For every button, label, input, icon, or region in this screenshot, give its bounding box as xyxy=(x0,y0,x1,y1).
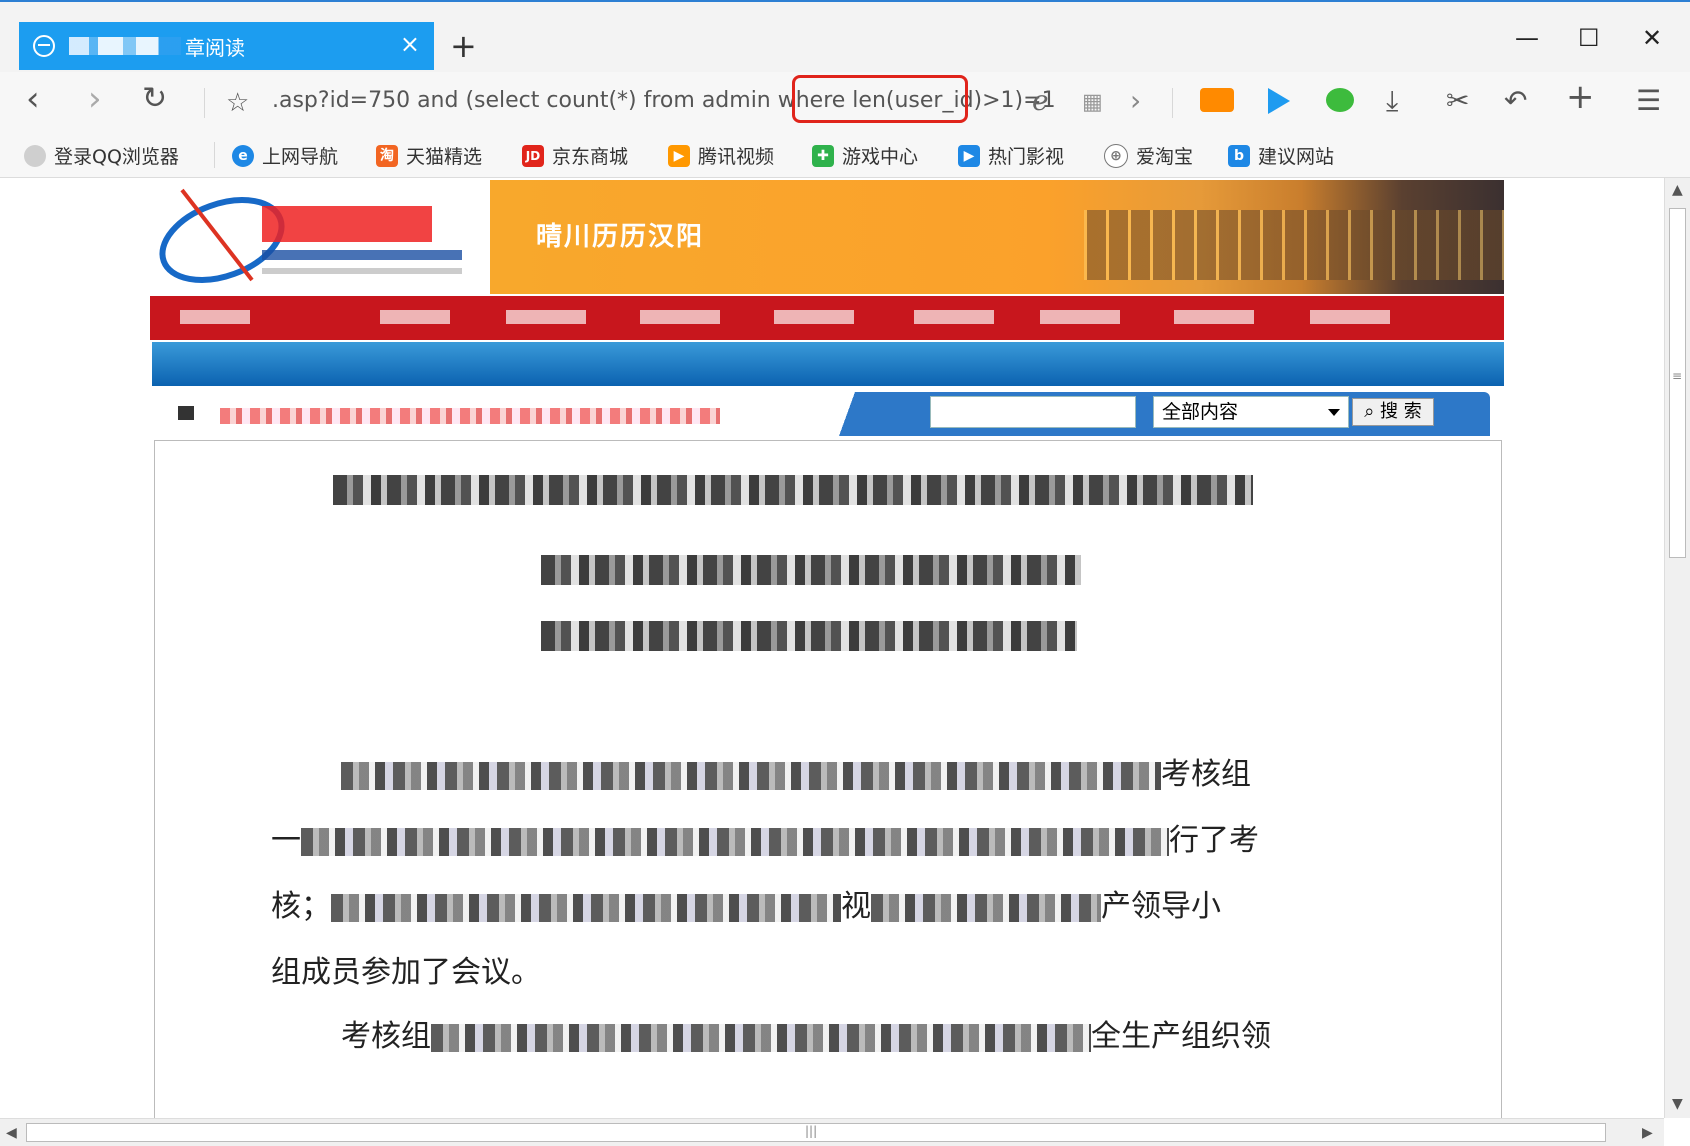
download-icon[interactable]: ⤓ xyxy=(1386,86,1398,116)
horizontal-scrollbar[interactable]: ◀ ||| ▶ xyxy=(0,1118,1664,1146)
article-subtitle-redacted xyxy=(541,555,1081,585)
nav-item[interactable] xyxy=(640,310,720,324)
more-arrow-icon[interactable]: › xyxy=(1130,86,1141,116)
main-nav-bar xyxy=(150,296,1504,340)
tab-close-icon[interactable]: × xyxy=(400,32,420,56)
browser-tab[interactable]: 章阅读 × xyxy=(19,22,434,70)
video-camera-icon[interactable] xyxy=(1200,88,1234,112)
forward-button[interactable]: › xyxy=(88,82,102,116)
bookmark-login-qq[interactable]: 登录QQ浏览器 xyxy=(24,142,179,169)
web-page: 晴川历历汉阳 全部内容 ⌕ 搜 索 考核组 一 行了考 核； 视 产领导小 组成… xyxy=(0,178,1664,1118)
close-window-button[interactable]: ✕ xyxy=(1642,24,1662,52)
bookmark-movies[interactable]: ▶ 热门影视 xyxy=(958,142,1064,169)
wechat-icon[interactable] xyxy=(1326,88,1354,112)
speaker-icon xyxy=(178,406,194,420)
new-tab-button[interactable]: + xyxy=(450,30,477,62)
nav-item[interactable] xyxy=(180,310,250,324)
scissors-icon[interactable]: ✂ xyxy=(1446,86,1469,116)
qr-code-icon[interactable]: ▦ xyxy=(1082,88,1103,118)
article-paragraph: 核；视产领导小 xyxy=(271,889,1221,924)
gamepad-icon: ✚ xyxy=(812,144,834,167)
nav-item[interactable] xyxy=(1040,310,1120,324)
site-search-input[interactable] xyxy=(930,396,1136,428)
nav-item[interactable] xyxy=(380,310,450,324)
play-icon[interactable] xyxy=(1268,88,1290,114)
site-search-button[interactable]: ⌕ 搜 索 xyxy=(1352,398,1434,426)
bookmark-games[interactable]: ✚ 游戏中心 xyxy=(812,142,918,169)
undo-icon[interactable]: ↶ xyxy=(1504,86,1527,116)
banner-slogan: 晴川历历汉阳 xyxy=(536,222,705,252)
grip-icon: ≡ xyxy=(1672,369,1683,383)
video-icon: ▶ xyxy=(668,144,690,167)
title-bar: 章阅读 × + — ☐ ✕ xyxy=(0,0,1690,72)
tab-title: 章阅读 xyxy=(185,35,245,60)
bridge-image xyxy=(1084,210,1504,280)
nav-item[interactable] xyxy=(774,310,854,324)
bookmark-nav[interactable]: e 上网导航 xyxy=(232,142,338,169)
globe-icon: ⊕ xyxy=(1104,143,1128,168)
user-icon xyxy=(24,144,46,167)
vertical-scrollbar[interactable]: ▲ ≡ ▼ xyxy=(1664,178,1690,1118)
article-title-redacted xyxy=(333,475,1253,505)
magnifier-icon: ⌕ xyxy=(1364,401,1375,422)
sub-nav-bar xyxy=(152,342,1504,386)
article-paragraph: 一行了考 xyxy=(271,823,1259,858)
vertical-scroll-thumb[interactable]: ≡ xyxy=(1669,208,1686,558)
article-paragraph: 组成员参加了会议。 xyxy=(271,955,541,990)
article-panel: 考核组 一行了考 核；视产领导小 组成员参加了会议。 考核组 全生产组织领 xyxy=(154,440,1502,1118)
ie-mode-icon[interactable]: ℯ xyxy=(1032,86,1049,116)
redacted-text xyxy=(301,827,1169,856)
chevron-down-icon xyxy=(1328,409,1340,416)
maximize-button[interactable]: ☐ xyxy=(1578,24,1600,52)
tab-title-redacted xyxy=(69,37,181,55)
bookmark-suggested[interactable]: b 建议网站 xyxy=(1228,142,1334,169)
bing-icon: b xyxy=(1228,144,1250,167)
scroll-up-icon[interactable]: ▲ xyxy=(1672,182,1683,198)
site-header: 晴川历历汉阳 xyxy=(152,180,1504,294)
star-icon[interactable]: ☆ xyxy=(226,86,249,120)
scrolling-notice[interactable] xyxy=(220,408,720,424)
search-scope-select[interactable]: 全部内容 xyxy=(1153,396,1349,428)
nav-item[interactable] xyxy=(914,310,994,324)
site-banner: 晴川历历汉阳 xyxy=(490,180,1504,294)
play-icon: ▶ xyxy=(958,144,980,167)
jd-icon: JD xyxy=(522,144,544,167)
article-subtitle-redacted xyxy=(541,621,1077,651)
site-logo xyxy=(152,180,490,294)
ie-icon: e xyxy=(232,144,254,167)
horizontal-scroll-thumb[interactable]: ||| xyxy=(26,1123,1606,1142)
bookmark-tencent-video[interactable]: ▶ 腾讯视频 xyxy=(668,142,774,169)
nav-item[interactable] xyxy=(506,310,586,324)
grip-icon: ||| xyxy=(805,1124,818,1138)
bookmark-jd[interactable]: JD 京东商城 xyxy=(522,142,628,169)
tmall-icon: 淘 xyxy=(376,144,398,167)
add-icon[interactable]: + xyxy=(1566,80,1595,114)
url-highlight-box xyxy=(792,75,968,123)
back-button[interactable]: ‹ xyxy=(26,82,40,116)
article-paragraph: 考核组 全生产组织领 xyxy=(341,1019,1271,1054)
redacted-text xyxy=(341,761,1161,790)
nav-item[interactable] xyxy=(1310,310,1390,324)
redacted-text xyxy=(331,893,841,922)
article-paragraph: 考核组 xyxy=(341,749,1251,793)
scroll-left-icon[interactable]: ◀ xyxy=(6,1125,17,1141)
bookmark-aitaobao[interactable]: ⊕ 爱淘宝 xyxy=(1104,142,1193,169)
redacted-text xyxy=(431,1023,1091,1052)
reload-button[interactable]: ↻ xyxy=(142,82,167,116)
nav-item[interactable] xyxy=(1174,310,1254,324)
globe-icon xyxy=(33,35,55,57)
scroll-down-icon[interactable]: ▼ xyxy=(1672,1096,1683,1112)
menu-icon[interactable]: ☰ xyxy=(1636,86,1661,116)
scroll-right-icon[interactable]: ▶ xyxy=(1642,1125,1653,1141)
redacted-text xyxy=(871,893,1101,922)
bookmark-tmall[interactable]: 淘 天猫精选 xyxy=(376,142,482,169)
bookmarks-bar: 登录QQ浏览器 e 上网导航 淘 天猫精选 JD 京东商城 ▶ 腾讯视频 ✚ 游… xyxy=(0,132,1690,178)
minimize-button[interactable]: — xyxy=(1515,24,1539,52)
